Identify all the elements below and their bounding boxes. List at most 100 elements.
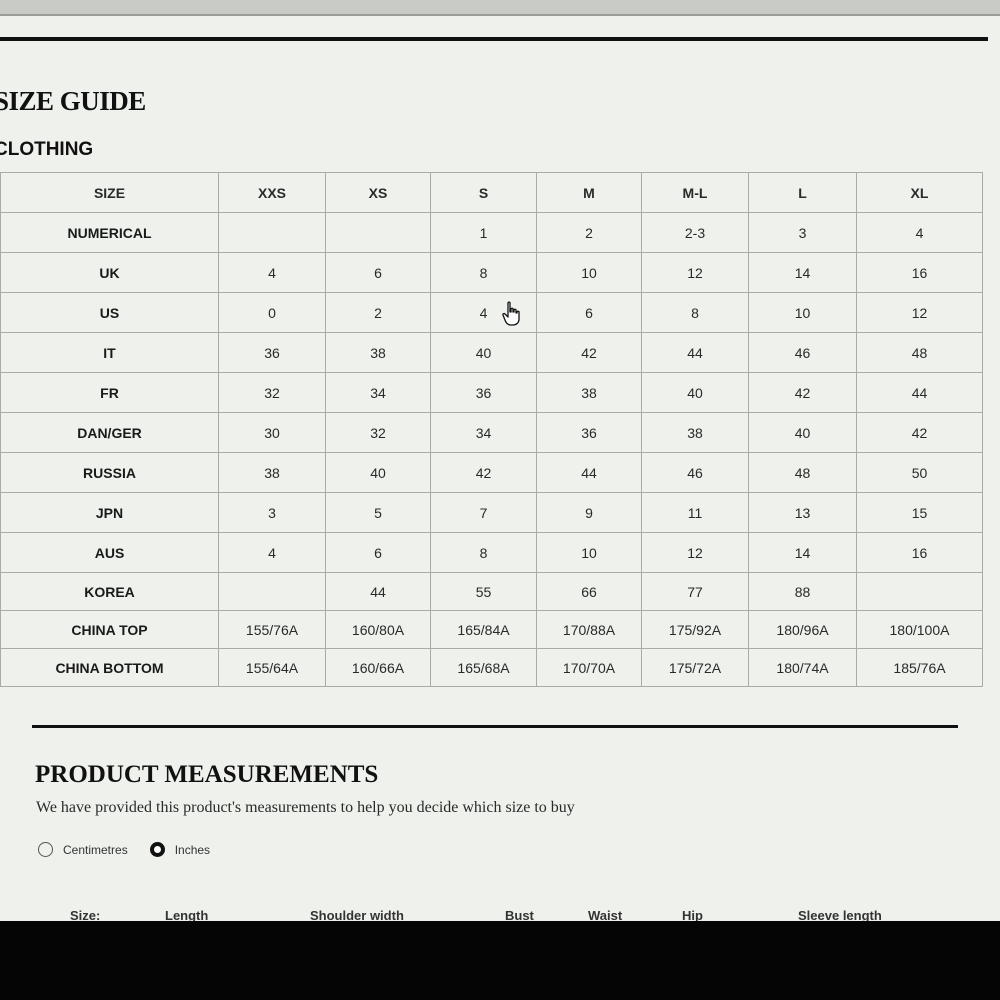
table-cell: 8 xyxy=(430,252,537,293)
table-cell: 38 xyxy=(218,452,326,493)
row-label: NUMERICAL xyxy=(0,212,219,253)
table-cell: 160/66A xyxy=(325,648,431,687)
row-label: KOREA xyxy=(0,572,219,611)
table-cell: 50 xyxy=(856,452,983,493)
row-label: CHINA BOTTOM xyxy=(0,648,219,687)
product-measurements-title: PRODUCT MEASUREMENTS xyxy=(35,761,379,788)
table-cell: 12 xyxy=(641,252,749,293)
table-cell: 12 xyxy=(641,532,749,573)
table-cell xyxy=(856,572,983,611)
table-cell: 15 xyxy=(856,492,983,533)
page-title: SIZE GUIDE xyxy=(0,86,146,116)
measurement-header: Size: xyxy=(70,908,101,922)
table-cell: 13 xyxy=(748,492,857,533)
table-cell: 38 xyxy=(536,372,642,413)
table-cell: 0 xyxy=(218,292,326,333)
table-cell: 4 xyxy=(856,212,983,253)
section-rule-middle xyxy=(32,725,958,728)
table-cell: 7 xyxy=(430,492,537,533)
radio-inches[interactable] xyxy=(149,842,165,857)
table-row: RUSSIA 38 40 42 44 46 48 50 xyxy=(0,452,983,493)
unit-option-centimetres[interactable]: Centimetres xyxy=(38,842,128,857)
table-cell: 44 xyxy=(536,452,642,493)
column-header: XL xyxy=(856,172,983,213)
table-row: DAN/GER 30 32 34 36 38 40 42 xyxy=(0,412,983,453)
table-cell: 42 xyxy=(536,332,642,373)
table-cell: 165/68A xyxy=(430,648,537,687)
table-cell: 40 xyxy=(430,332,537,373)
table-cell: 40 xyxy=(748,412,857,453)
table-row: US 0 2 4 6 8 10 12 xyxy=(0,292,983,333)
browser-top-border xyxy=(0,14,1000,16)
table-cell: 9 xyxy=(536,492,642,533)
table-cell: 8 xyxy=(430,532,537,573)
table-row: KOREA 44 55 66 77 88 xyxy=(0,572,983,611)
row-label: IT xyxy=(0,332,219,373)
table-cell: 48 xyxy=(748,452,857,493)
row-label: UK xyxy=(0,252,219,293)
table-cell: 11 xyxy=(641,492,749,533)
table-cell: 3 xyxy=(218,492,326,533)
table-cell: 180/100A xyxy=(856,610,983,649)
table-cell: 4 xyxy=(218,252,326,293)
product-measurements-description: We have provided this product's measurem… xyxy=(36,799,575,816)
table-cell: 36 xyxy=(430,372,537,413)
table-cell: 10 xyxy=(748,292,857,333)
column-header: M-L xyxy=(641,172,749,213)
table-row: JPN 3 5 7 9 11 13 15 xyxy=(0,492,983,533)
row-label: DAN/GER xyxy=(0,412,219,453)
table-cell: 38 xyxy=(641,412,749,453)
measurement-header: Hip xyxy=(682,908,703,922)
table-cell: 88 xyxy=(748,572,857,611)
table-cell: 165/84A xyxy=(430,610,537,649)
measurements-header-row: Size: Length Shoulder width Bust Waist H… xyxy=(70,908,950,922)
table-cell: 66 xyxy=(536,572,642,611)
table-cell: 16 xyxy=(856,252,983,293)
browser-top-band xyxy=(0,0,1000,14)
column-header: SIZE xyxy=(0,172,219,213)
table-cell: 14 xyxy=(748,252,857,293)
measurement-header: Sleeve length xyxy=(798,908,882,922)
table-cell: 32 xyxy=(218,372,326,413)
table-cell: 175/72A xyxy=(641,648,749,687)
table-row: AUS 4 6 8 10 12 14 16 xyxy=(0,532,983,573)
table-cell: 16 xyxy=(856,532,983,573)
table-cell: 77 xyxy=(641,572,749,611)
unit-option-inches[interactable]: Inches xyxy=(149,842,210,857)
table-header-row: SIZE XXS XS S M M-L L XL xyxy=(0,172,983,213)
table-cell: 175/92A xyxy=(641,610,749,649)
table-cell: 10 xyxy=(536,252,642,293)
measurement-header: Waist xyxy=(588,908,623,922)
table-cell: 34 xyxy=(325,372,431,413)
table-cell xyxy=(218,572,326,611)
section-subtitle: CLOTHING xyxy=(0,139,94,160)
column-header: XS xyxy=(325,172,431,213)
table-cell: 38 xyxy=(325,332,431,373)
table-cell: 40 xyxy=(325,452,431,493)
unit-selector: Centimetres Inches xyxy=(38,842,232,857)
table-cell: 36 xyxy=(536,412,642,453)
table-cell: 8 xyxy=(641,292,749,333)
table-cell: 40 xyxy=(641,372,749,413)
radio-centimetres[interactable] xyxy=(38,842,53,857)
unit-label-centimetres: Centimetres xyxy=(63,842,128,857)
column-header: M xyxy=(536,172,642,213)
table-cell: 160/80A xyxy=(325,610,431,649)
table-cell: 46 xyxy=(748,332,857,373)
table-cell: 42 xyxy=(430,452,537,493)
table-cell xyxy=(218,212,326,253)
table-cell: 32 xyxy=(325,412,431,453)
table-row: NUMERICAL 1 2 2-3 3 4 xyxy=(0,212,983,253)
table-cell: 44 xyxy=(856,372,983,413)
table-cell: 46 xyxy=(641,452,749,493)
table-cell: 6 xyxy=(325,252,431,293)
section-rule-top xyxy=(0,37,988,41)
row-label: AUS xyxy=(0,532,219,573)
table-cell: 2 xyxy=(536,212,642,253)
table-cell: 42 xyxy=(748,372,857,413)
table-cell: 3 xyxy=(748,212,857,253)
row-label: US xyxy=(0,292,219,333)
row-label: JPN xyxy=(0,492,219,533)
table-cell: 36 xyxy=(218,332,326,373)
table-row: FR 32 34 36 38 40 42 44 xyxy=(0,372,983,413)
